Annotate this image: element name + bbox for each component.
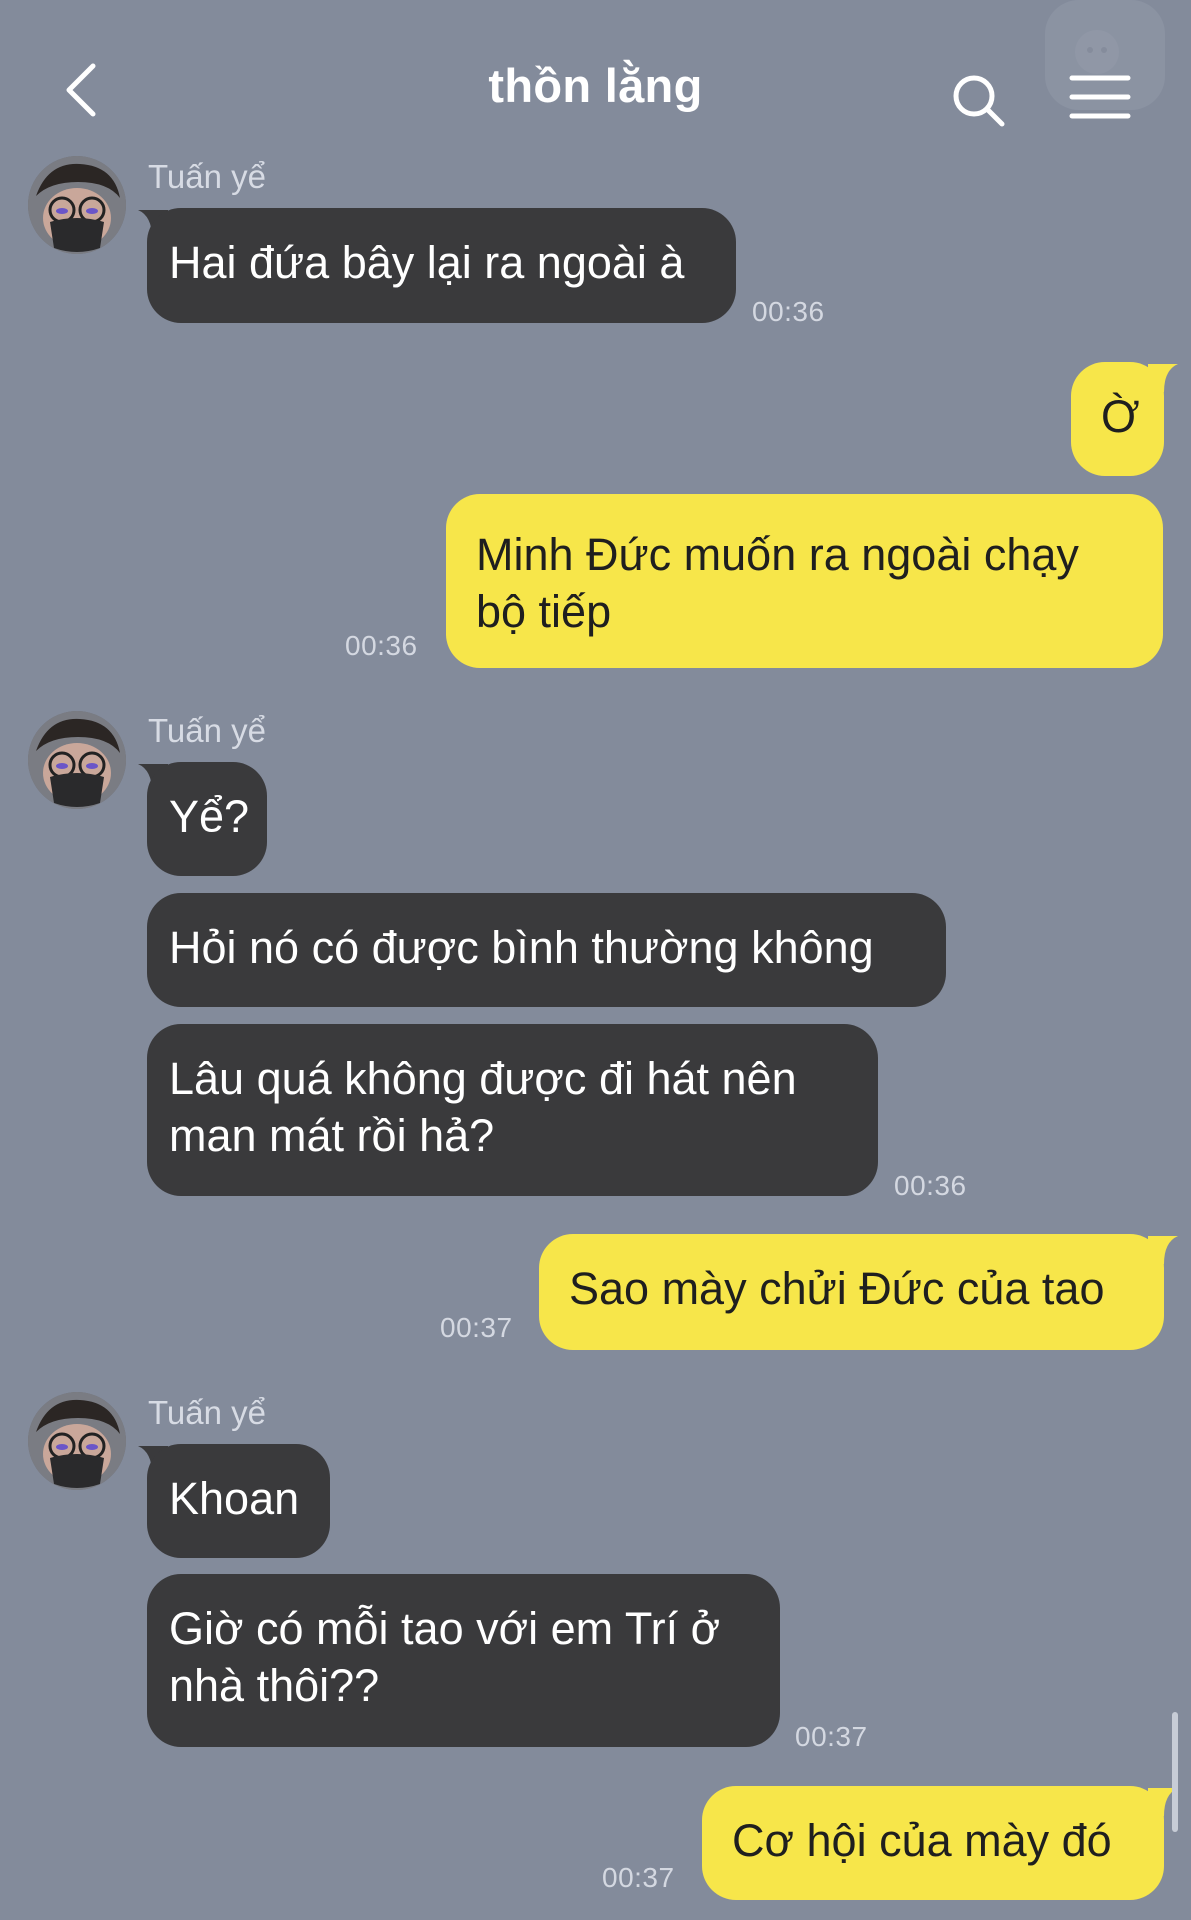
sender-name: Tuấn yể xyxy=(148,158,267,195)
message-time: 00:37 xyxy=(602,1862,675,1893)
search-icon xyxy=(953,75,1005,127)
message-time: 00:36 xyxy=(894,1170,967,1201)
message-time: 00:37 xyxy=(440,1312,513,1343)
search-button[interactable] xyxy=(950,72,1010,132)
sender-name: Tuấn yể xyxy=(148,1394,267,1431)
chat-title: thồn lằng xyxy=(488,59,703,112)
avatar[interactable] xyxy=(28,156,126,254)
message-bubble[interactable]: Lâu quá không được đi hát nên man mát rồ… xyxy=(147,1024,878,1196)
bubble-tail xyxy=(1148,364,1178,392)
message-bubble[interactable]: Khoan xyxy=(147,1444,330,1558)
hamburger-menu-icon xyxy=(1069,75,1131,119)
message-bubble[interactable]: Hỏi nó có được bình thường không xyxy=(147,893,946,1007)
chat-header: thồn lằng xyxy=(0,0,1191,150)
message-time: 00:36 xyxy=(752,296,825,327)
message-bubble[interactable]: Minh Đức muốn ra ngoài chạy bộ tiếp xyxy=(446,494,1163,668)
message-bubble[interactable]: Yể? xyxy=(147,762,267,876)
avatar[interactable] xyxy=(28,711,126,809)
sender-name: Tuấn yể xyxy=(148,712,267,749)
scrollbar[interactable] xyxy=(1172,1712,1178,1832)
message-time: 00:36 xyxy=(345,630,418,661)
menu-button[interactable] xyxy=(1068,72,1132,122)
message-time: 00:37 xyxy=(795,1721,868,1752)
message-bubble[interactable]: Hai đứa bây lại ra ngoài à xyxy=(147,208,736,323)
message-bubble[interactable]: Sao mày chửi Đức của tao xyxy=(539,1234,1164,1350)
message-bubble[interactable]: Giờ có mỗi tao với em Trí ở nhà thôi?? xyxy=(147,1574,780,1747)
avatar[interactable] xyxy=(28,1392,126,1490)
message-bubble[interactable]: Cơ hội của mày đó xyxy=(702,1786,1164,1900)
bubble-tail xyxy=(1148,1236,1178,1264)
